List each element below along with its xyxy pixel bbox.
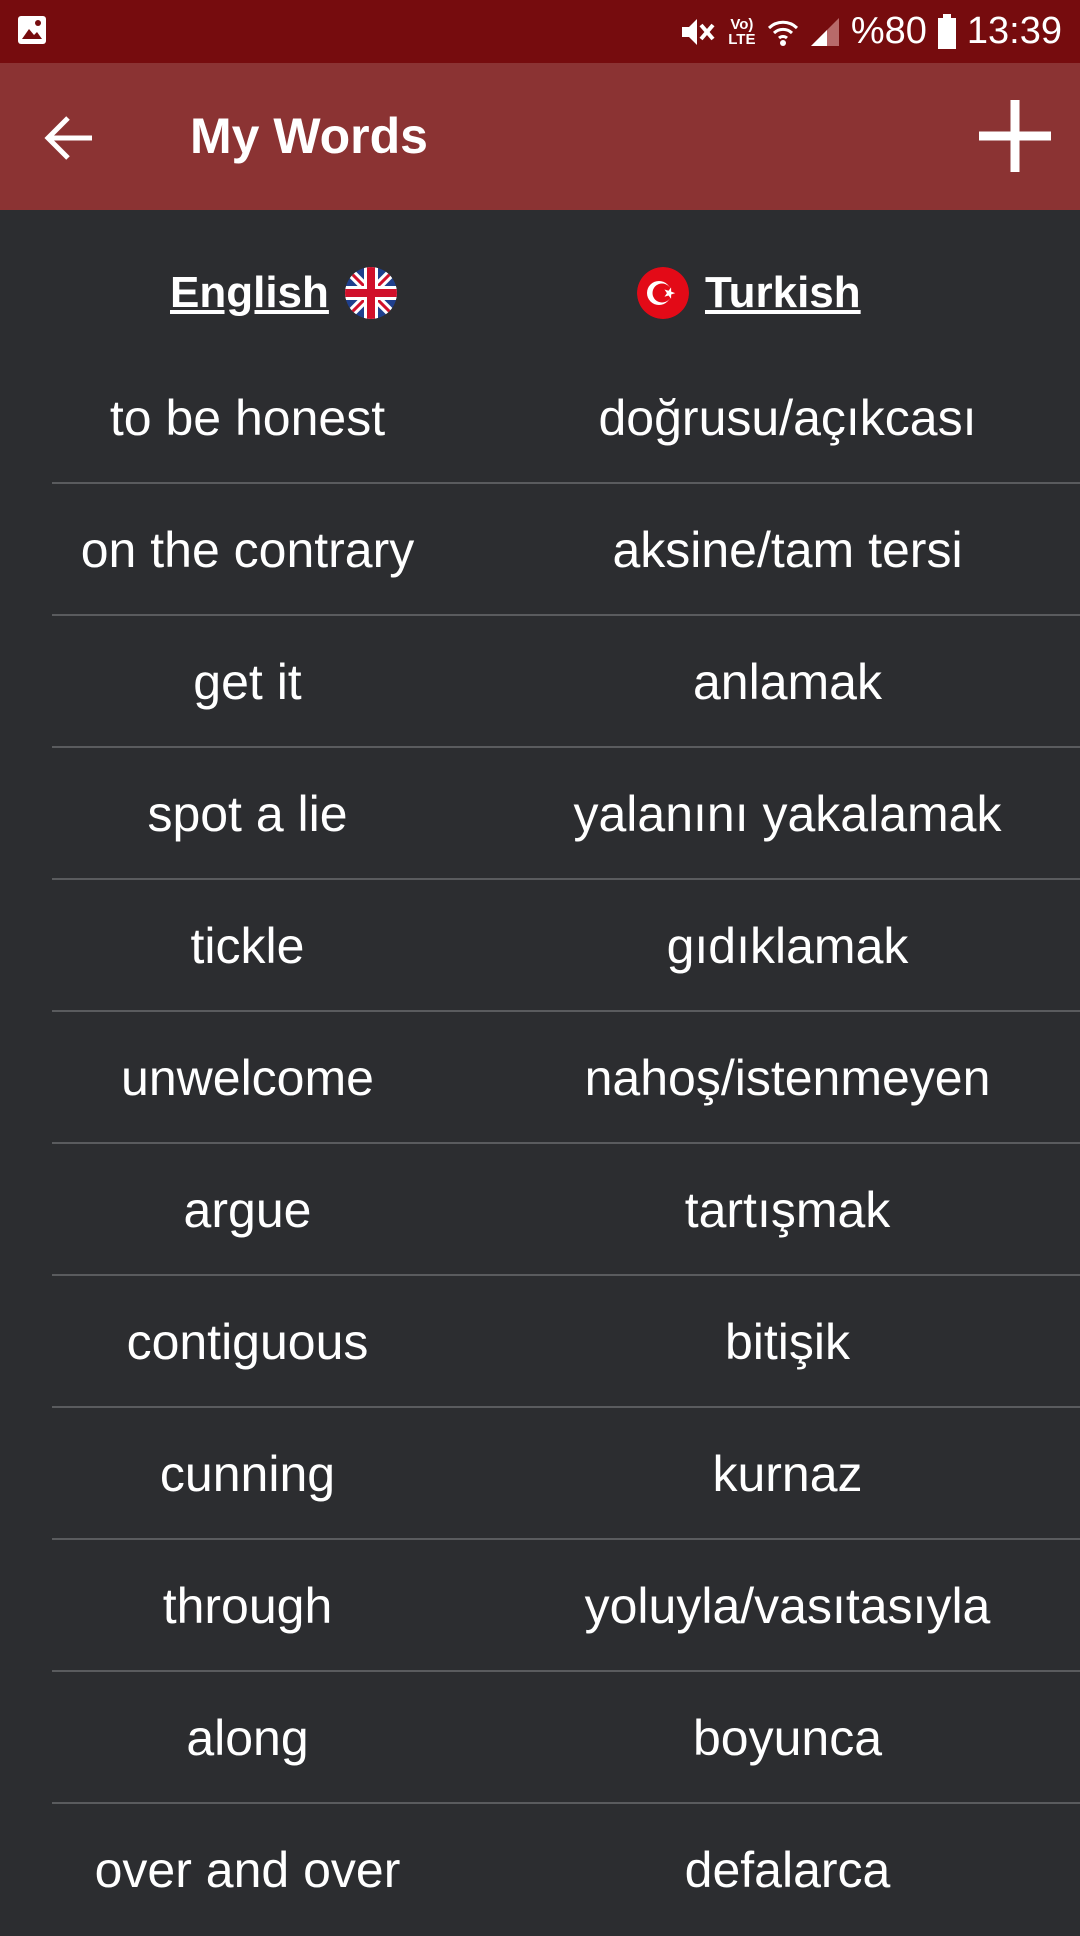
- status-bar: Vo) LTE %80 13:39: [0, 0, 1080, 63]
- word-turkish: bitişik: [724, 1314, 851, 1370]
- page-title: My Words: [190, 108, 428, 164]
- word-english: cunning: [159, 1446, 336, 1502]
- word-turkish: nahoş/istenmeyen: [584, 1050, 991, 1106]
- volte-icon: Vo) LTE: [728, 15, 756, 48]
- mute-icon: [681, 18, 715, 45]
- word-english: argue: [183, 1182, 312, 1238]
- source-language-label[interactable]: English: [170, 268, 329, 318]
- word-english: unwelcome: [121, 1050, 374, 1106]
- word-row[interactable]: unwelcome nahoş/istenmeyen: [0, 1012, 1080, 1144]
- uk-flag-icon: [344, 267, 397, 319]
- word-english: get it: [193, 654, 302, 710]
- word-english: through: [162, 1578, 333, 1634]
- clock: 13:39: [966, 10, 1062, 52]
- plus-icon[interactable]: [975, 96, 1055, 176]
- word-turkish: kurnaz: [712, 1446, 863, 1502]
- target-language-header[interactable]: Turkish: [637, 262, 861, 324]
- word-row[interactable]: tickle gıdıklamak: [0, 880, 1080, 1012]
- word-row[interactable]: through yoluyla/vasıtasıyla: [0, 1540, 1080, 1672]
- word-row[interactable]: cunning kurnaz: [0, 1408, 1080, 1540]
- word-turkish: aksine/tam tersi: [612, 522, 963, 578]
- arrow-left-icon[interactable]: [40, 108, 100, 168]
- word-english: tickle: [190, 918, 305, 974]
- word-turkish: doğrusu/açıkcası: [598, 390, 977, 446]
- word-row[interactable]: contiguous bitişik: [0, 1276, 1080, 1408]
- word-row[interactable]: on the contrary aksine/tam tersi: [0, 484, 1080, 616]
- signal-icon: [810, 17, 839, 46]
- word-english: on the contrary: [80, 522, 415, 578]
- word-row[interactable]: along boyunca: [0, 1672, 1080, 1804]
- source-language-header[interactable]: English: [170, 262, 397, 324]
- word-row[interactable]: over and over defalarca: [0, 1804, 1080, 1936]
- word-english: spot a lie: [147, 786, 348, 842]
- word-english: to be honest: [109, 390, 386, 446]
- wifi-icon: [767, 20, 798, 46]
- word-english: along: [186, 1710, 309, 1766]
- gallery-icon: [18, 16, 46, 44]
- word-turkish: gıdıklamak: [666, 918, 909, 974]
- word-turkish: tartışmak: [684, 1182, 891, 1238]
- word-english: over and over: [94, 1842, 401, 1898]
- turkey-flag-icon: [637, 267, 689, 319]
- word-turkish: yalanını yakalamak: [573, 786, 1002, 842]
- word-turkish: yoluyla/vasıtasıyla: [584, 1578, 991, 1634]
- word-turkish: defalarca: [684, 1842, 891, 1898]
- target-language-label[interactable]: Turkish: [705, 268, 861, 318]
- word-row[interactable]: argue tartışmak: [0, 1144, 1080, 1276]
- word-turkish: boyunca: [692, 1710, 883, 1766]
- word-row[interactable]: spot a lie yalanını yakalamak: [0, 748, 1080, 880]
- word-row[interactable]: to be honest doğrusu/açıkcası: [0, 352, 1080, 484]
- word-list: to be honest doğrusu/açıkcası on the contr…: [0, 352, 1080, 1936]
- battery-percent: %80: [850, 10, 927, 52]
- word-english: contiguous: [126, 1314, 369, 1370]
- battery-icon: [937, 13, 956, 49]
- word-row[interactable]: get it anlamak: [0, 616, 1080, 748]
- word-turkish: anlamak: [693, 654, 882, 710]
- app-bar: My Words: [0, 63, 1080, 210]
